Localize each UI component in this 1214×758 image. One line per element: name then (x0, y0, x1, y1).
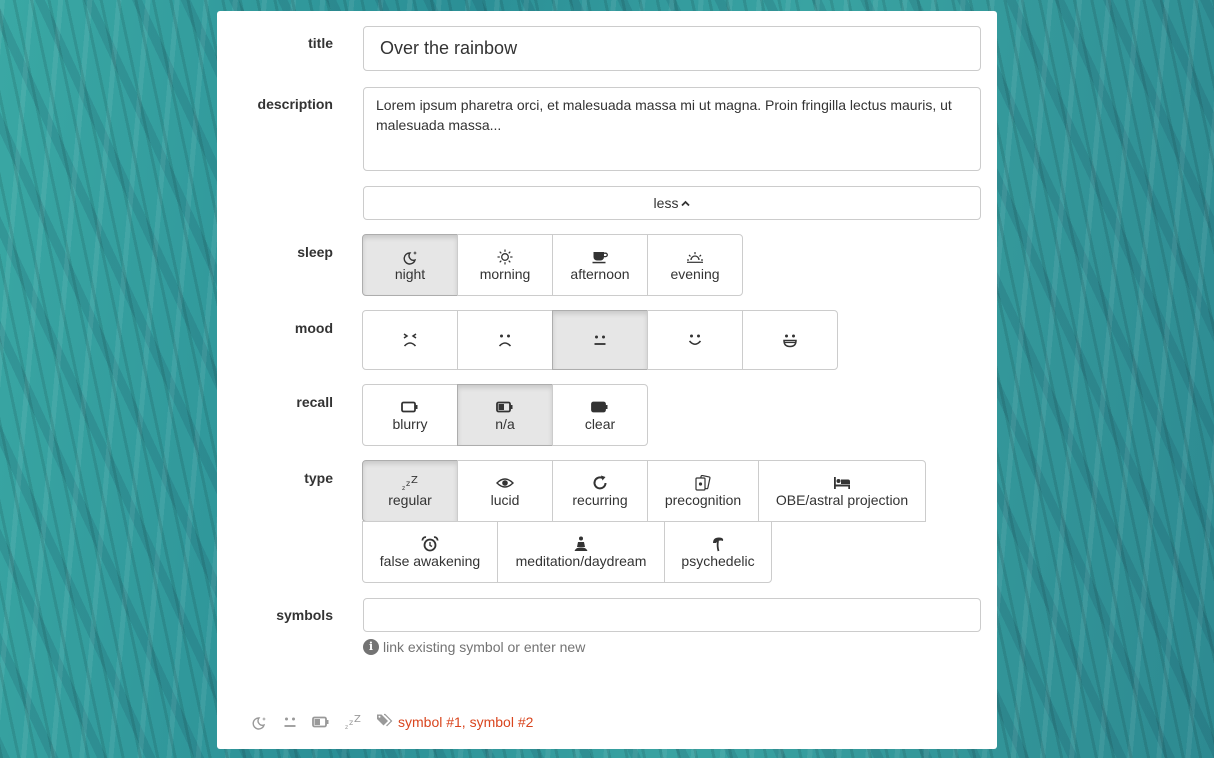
mood-button-group (362, 310, 838, 370)
recall-option-na[interactable]: n/a (457, 384, 553, 446)
title-label: title (308, 35, 333, 51)
angry-face-icon (401, 331, 419, 349)
type-option-psychedelic[interactable]: psychedelic (664, 521, 772, 583)
sad-face-icon (496, 331, 514, 349)
type-option-label: lucid (490, 492, 520, 508)
battery-half-icon (496, 398, 514, 416)
type-option-label: psychedelic (681, 553, 755, 569)
sleep-option-label: evening (670, 266, 720, 282)
type-option-regular[interactable]: zzZ regular (362, 460, 458, 522)
less-button[interactable]: less (363, 186, 981, 220)
type-option-false-awakening[interactable]: false awakening (362, 521, 498, 583)
mood-option-grin[interactable] (742, 310, 838, 370)
battery-full-icon (591, 398, 609, 416)
info-icon: i (363, 639, 379, 655)
zzz-icon: zzZ (401, 474, 419, 492)
meditation-icon (573, 535, 589, 553)
svg-text:Z: Z (411, 475, 418, 486)
tags-icon (376, 713, 394, 730)
moon-stars-icon (401, 248, 419, 266)
svg-text:z: z (345, 724, 348, 730)
symbols-help: i link existing symbol or enter new (363, 639, 585, 655)
symbols-input[interactable] (363, 598, 981, 632)
footer-symbols[interactable]: symbol #1, symbol #2 (398, 714, 533, 730)
mood-option-smile[interactable] (647, 310, 743, 370)
sleep-option-label: morning (479, 266, 531, 282)
sun-icon (497, 248, 513, 266)
neutral-face-icon (282, 715, 298, 729)
sleep-label: sleep (297, 244, 333, 260)
svg-text:z: z (402, 485, 405, 491)
mushroom-icon (710, 535, 726, 553)
recall-option-clear[interactable]: clear (552, 384, 648, 446)
mood-label: mood (294, 320, 333, 336)
sleep-option-label: night (394, 266, 426, 282)
type-row-1: zzZ regular lucid recurring precognition… (362, 460, 982, 522)
symbols-label: symbols (276, 607, 333, 623)
type-option-label: false awakening (379, 553, 481, 569)
smile-face-icon (686, 331, 704, 349)
sleep-option-label: afternoon (570, 266, 630, 282)
battery-half-icon (312, 716, 330, 728)
neutral-face-icon (592, 331, 608, 349)
less-label: less (653, 195, 679, 211)
sleep-button-group: night morning afternoon evening (362, 234, 743, 296)
battery-empty-icon (401, 398, 419, 416)
eye-icon (496, 474, 514, 492)
mood-option-neutral[interactable] (552, 310, 648, 370)
alarm-clock-icon (421, 535, 439, 553)
type-option-recurring[interactable]: recurring (552, 460, 648, 522)
type-option-label: precognition (664, 492, 742, 508)
sunset-icon (686, 248, 704, 266)
svg-text:z: z (406, 479, 410, 488)
type-label: type (304, 470, 333, 486)
recall-option-label: clear (584, 416, 616, 432)
dream-form-panel: title Over the rainbow description Lorem… (217, 11, 997, 749)
description-label: description (257, 96, 333, 112)
sleep-option-evening[interactable]: evening (647, 234, 743, 296)
summary-footer: zzZ symbol #1, symbol #2 (250, 713, 533, 730)
recall-option-label: blurry (392, 416, 428, 432)
refresh-icon (592, 474, 608, 492)
svg-text:Z: Z (354, 714, 361, 725)
type-option-meditation[interactable]: meditation/daydream (497, 521, 665, 583)
cards-icon (694, 474, 712, 492)
recall-label: recall (296, 394, 333, 410)
type-button-group: zzZ regular lucid recurring precognition… (362, 460, 982, 583)
type-row-2: false awakening meditation/daydream psyc… (362, 521, 982, 583)
grin-face-icon (781, 331, 799, 349)
bed-icon (833, 474, 851, 492)
sleep-option-night[interactable]: night (362, 234, 458, 296)
moon-stars-icon (250, 714, 268, 730)
svg-text:z: z (349, 718, 353, 727)
title-input[interactable]: Over the rainbow (363, 26, 981, 71)
type-option-label: regular (388, 492, 432, 508)
mood-option-angry[interactable] (362, 310, 458, 370)
symbols-help-text: link existing symbol or enter new (383, 639, 586, 655)
sleep-option-morning[interactable]: morning (457, 234, 553, 296)
type-option-label: recurring (572, 492, 628, 508)
recall-option-blurry[interactable]: blurry (362, 384, 458, 446)
recall-button-group: blurry n/a clear (362, 384, 648, 446)
description-textarea[interactable]: Lorem ipsum pharetra orci, et malesuada … (363, 87, 981, 171)
sleep-option-afternoon[interactable]: afternoon (552, 234, 648, 296)
type-option-precognition[interactable]: precognition (647, 460, 759, 522)
chevron-up-icon (681, 200, 691, 206)
coffee-cup-icon (592, 248, 608, 266)
mood-option-sad[interactable] (457, 310, 553, 370)
zzz-icon: zzZ (344, 714, 362, 730)
type-option-lucid[interactable]: lucid (457, 460, 553, 522)
type-option-obe[interactable]: OBE/astral projection (758, 460, 926, 522)
type-option-label: meditation/daydream (515, 553, 647, 569)
recall-option-label: n/a (495, 416, 515, 432)
type-option-label: OBE/astral projection (775, 492, 909, 508)
